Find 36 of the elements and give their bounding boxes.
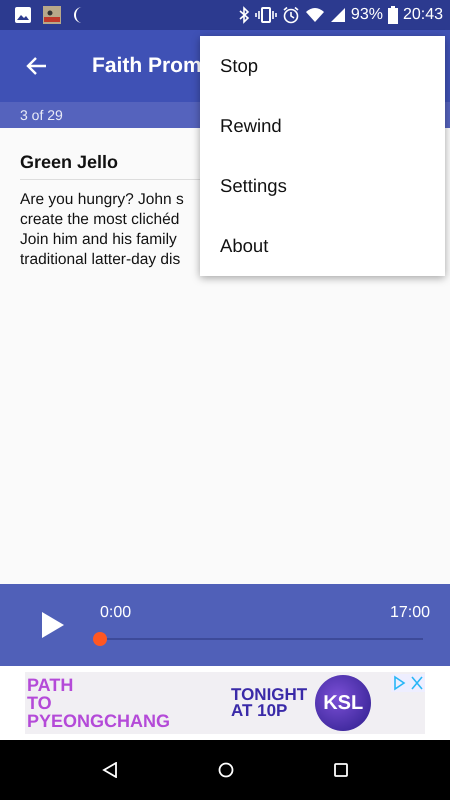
ad-headline: PYEONGCHANG bbox=[27, 712, 172, 730]
ad-tagline: TONIGHT bbox=[231, 687, 308, 703]
bluetooth-icon bbox=[238, 6, 250, 24]
elapsed-time: 0:00 bbox=[100, 604, 132, 622]
menu-item[interactable]: Rewind bbox=[200, 96, 445, 156]
recents-icon[interactable] bbox=[334, 763, 348, 777]
episode-position: 3 of 29 bbox=[20, 107, 63, 123]
battery-percent: 93% bbox=[350, 6, 383, 24]
description-line: Are you hungry? John s bbox=[20, 190, 184, 210]
play-icon bbox=[42, 612, 64, 638]
back-arrow-icon bbox=[25, 56, 47, 76]
total-duration: 17:00 bbox=[390, 604, 430, 622]
app-icon bbox=[42, 5, 62, 25]
ad-logo: KSL bbox=[315, 675, 372, 731]
description-line: create the most clichéd bbox=[20, 210, 180, 230]
alarm-icon bbox=[282, 6, 300, 24]
vibrate-icon bbox=[254, 6, 277, 24]
back-icon[interactable] bbox=[102, 762, 118, 778]
screen-title: Faith Prom bbox=[92, 54, 202, 78]
clock: 20:43 bbox=[402, 6, 443, 24]
menu-item[interactable]: Settings bbox=[200, 156, 445, 216]
play-button[interactable] bbox=[42, 612, 64, 638]
menu-item[interactable]: About bbox=[200, 216, 445, 276]
menu-item[interactable]: Stop bbox=[200, 36, 445, 96]
image-icon bbox=[14, 6, 32, 24]
wifi-icon bbox=[304, 6, 325, 24]
home-icon[interactable] bbox=[218, 762, 234, 778]
battery-icon bbox=[388, 6, 398, 24]
ad-tagline: AT 10P bbox=[231, 703, 288, 719]
ad-headline: PATH bbox=[27, 676, 74, 694]
ad-headline: TO bbox=[27, 694, 53, 712]
episode-title: Green Jello bbox=[20, 152, 120, 173]
slider-thumb[interactable] bbox=[93, 632, 107, 646]
description-line: traditional latter-day dis bbox=[20, 250, 180, 270]
description-line: Join him and his family bbox=[20, 230, 177, 250]
signal-icon bbox=[330, 6, 346, 24]
